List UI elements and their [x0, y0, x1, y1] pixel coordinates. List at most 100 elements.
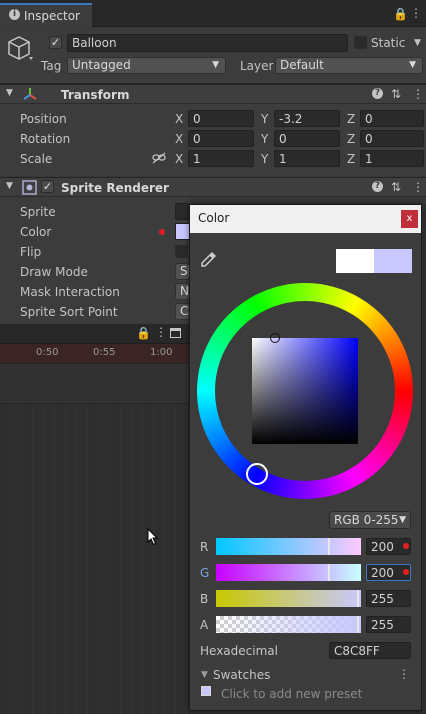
inspector-scrollbar[interactable]: [422, 204, 426, 714]
x-axis-label: X: [175, 132, 184, 146]
help-icon[interactable]: ?: [372, 88, 383, 99]
chevron-down-icon: ▼: [409, 60, 416, 70]
saturation-value-square[interactable]: [252, 338, 358, 444]
flip-x-checkbox[interactable]: [175, 245, 188, 258]
y-axis-label: Y: [261, 152, 269, 166]
more-icon[interactable]: ⋮: [155, 325, 167, 339]
channel-b-field[interactable]: 255: [366, 590, 411, 607]
eyedropper-icon[interactable]: [200, 250, 218, 268]
timeline-track-header: [0, 364, 190, 404]
channel-r-slider-handle[interactable]: [328, 538, 330, 555]
more-icon[interactable]: ⋮: [412, 180, 424, 194]
ruler-tick-label: 0:50: [36, 347, 59, 358]
scale-y-field[interactable]: 1: [274, 150, 340, 167]
transform-icon: [23, 88, 37, 100]
channel-a-slider[interactable]: [216, 616, 361, 633]
static-label: Static: [371, 36, 406, 50]
position-label: Position: [20, 112, 67, 126]
foldout-arrow-icon[interactable]: ▼: [6, 88, 13, 98]
presets-icon[interactable]: ⇅: [391, 180, 401, 194]
draw-mode-label: Draw Mode: [20, 265, 88, 279]
rotation-z-field[interactable]: 0: [360, 130, 424, 147]
color-mode-value: RGB 0-255: [334, 513, 399, 527]
mask-interaction-label: Mask Interaction: [20, 285, 120, 299]
object-name-field[interactable]: Balloon: [67, 34, 348, 52]
flip-label: Flip: [20, 245, 42, 259]
foldout-arrow-icon[interactable]: ▼: [6, 181, 13, 191]
sprite-renderer-enabled-checkbox[interactable]: ✓: [41, 180, 54, 193]
more-icon[interactable]: ⋮: [410, 6, 422, 20]
rotation-label: Rotation: [20, 132, 71, 146]
tag-label: Tag: [41, 59, 62, 73]
layer-value: Default: [280, 58, 324, 72]
close-button[interactable]: x: [401, 210, 418, 228]
channel-a-label: A: [200, 618, 209, 632]
sprite-field[interactable]: [175, 203, 190, 220]
color-picker-title: Color: [198, 211, 230, 225]
color-swatch-old[interactable]: [336, 249, 374, 273]
sprite-sort-point-dropdown[interactable]: Ce: [175, 303, 190, 320]
color-label: Color: [20, 225, 52, 239]
ruler-tick-label: 1:00: [150, 347, 173, 358]
color-field[interactable]: [175, 223, 190, 240]
channel-g-slider[interactable]: [216, 564, 361, 581]
active-checkbox[interactable]: ✓: [49, 36, 62, 49]
tab-inspector[interactable]: i Inspector: [0, 3, 92, 27]
channel-b-slider[interactable]: [216, 590, 361, 607]
hue-handle[interactable]: [246, 463, 268, 485]
saturation-value-handle[interactable]: [270, 333, 280, 343]
scale-z-field[interactable]: 1: [360, 150, 424, 167]
help-icon[interactable]: ?: [372, 181, 383, 192]
position-z-field[interactable]: 0: [360, 110, 424, 127]
swatches-label[interactable]: Swatches: [213, 668, 270, 682]
sprite-sort-point-label: Sprite Sort Point: [20, 305, 118, 319]
z-axis-label: Z: [347, 112, 356, 126]
channel-a-slider-handle[interactable]: [357, 616, 359, 633]
tag-value: Untagged: [72, 58, 131, 72]
channel-b-slider-handle[interactable]: [357, 590, 359, 607]
layer-dropdown[interactable]: Default ▼: [275, 57, 423, 74]
sprite-renderer-icon: [22, 180, 37, 195]
maximize-icon[interactable]: [170, 328, 181, 338]
scale-label: Scale: [20, 152, 53, 166]
channel-g-label: G: [200, 566, 210, 580]
lock-icon[interactable]: 🔒: [136, 326, 151, 340]
channel-b-label: B: [200, 592, 209, 606]
tag-dropdown[interactable]: Untagged ▼: [67, 57, 226, 74]
mask-interaction-dropdown[interactable]: No: [175, 283, 190, 300]
more-icon[interactable]: ⋮: [398, 667, 410, 681]
y-axis-label: Y: [261, 132, 269, 146]
chevron-down-icon: ▼: [212, 60, 219, 70]
constrain-proportions-icon[interactable]: [152, 152, 166, 164]
position-x-field[interactable]: 0: [188, 110, 254, 127]
override-dot: [403, 543, 409, 549]
add-preset-label[interactable]: Click to add new preset: [221, 687, 362, 701]
add-preset-swatch[interactable]: [201, 686, 211, 696]
sprite-label: Sprite: [20, 205, 56, 219]
z-axis-label: Z: [347, 132, 356, 146]
draw-mode-dropdown[interactable]: Si: [175, 263, 190, 280]
presets-icon[interactable]: ⇅: [391, 87, 401, 101]
static-checkbox[interactable]: [354, 36, 367, 49]
sprite-renderer-header[interactable]: ▼ ✓ Sprite Renderer ? ⇅ ⋮: [0, 177, 426, 197]
foldout-arrow-icon[interactable]: ▼: [201, 670, 208, 680]
channel-r-label: R: [200, 540, 209, 554]
rotation-x-field[interactable]: 0: [188, 130, 254, 147]
rotation-y-field[interactable]: 0: [274, 130, 340, 147]
timeline-grid[interactable]: [0, 405, 190, 714]
hex-field[interactable]: C8C8FF: [329, 642, 411, 659]
more-icon[interactable]: ⋮: [412, 87, 424, 101]
color-mode-dropdown[interactable]: RGB 0-255 ▼: [329, 511, 411, 529]
lock-icon[interactable]: 🔒: [393, 7, 408, 21]
scale-x-field[interactable]: 1: [188, 150, 254, 167]
channel-a-field[interactable]: 255: [366, 616, 411, 633]
static-dropdown-icon[interactable]: ▼: [414, 36, 421, 50]
color-swatch-new: [374, 249, 412, 273]
position-y-field[interactable]: -3.2: [274, 110, 340, 127]
tab-title: Inspector: [24, 9, 80, 23]
channel-r-slider[interactable]: [216, 538, 361, 555]
transform-header[interactable]: ▼ Transform ? ⇅ ⋮: [0, 84, 426, 104]
x-axis-label: X: [175, 112, 184, 126]
y-axis-label: Y: [261, 112, 269, 126]
channel-g-slider-handle[interactable]: [328, 564, 330, 581]
